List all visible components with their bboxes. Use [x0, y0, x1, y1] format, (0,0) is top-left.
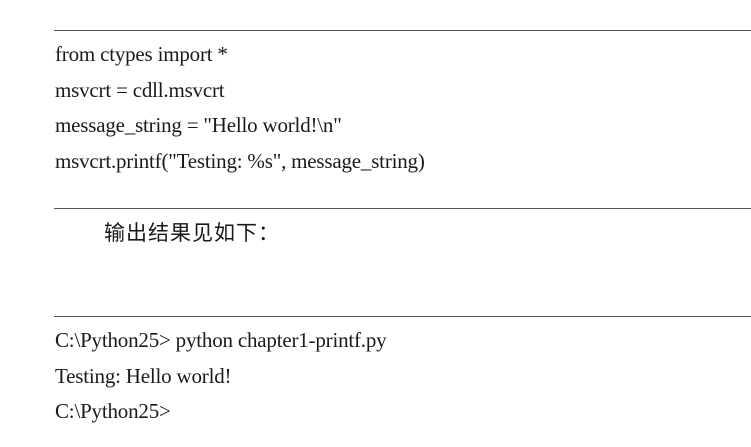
- top-divider: [54, 30, 751, 31]
- code-line: msvcrt.printf("Testing: %s", message_str…: [55, 148, 425, 173]
- middle-divider: [54, 208, 751, 209]
- console-line: C:\Python25>: [55, 399, 171, 423]
- code-line: msvcrt = cdll.msvcrt: [55, 77, 225, 102]
- code-listing: from ctypes import * msvcrt = cdll.msvcr…: [55, 37, 425, 179]
- code-line: from ctypes import *: [55, 42, 228, 66]
- console-line: C:\Python25> python chapter1-printf.py: [55, 328, 387, 352]
- console-output: C:\Python25> python chapter1-printf.py T…: [55, 323, 387, 430]
- code-line: message_string = "Hello world!\n": [55, 113, 342, 137]
- body-paragraph: 输出结果见如下：: [104, 221, 280, 245]
- console-line: Testing: Hello world!: [55, 363, 232, 388]
- console-divider: [54, 316, 751, 317]
